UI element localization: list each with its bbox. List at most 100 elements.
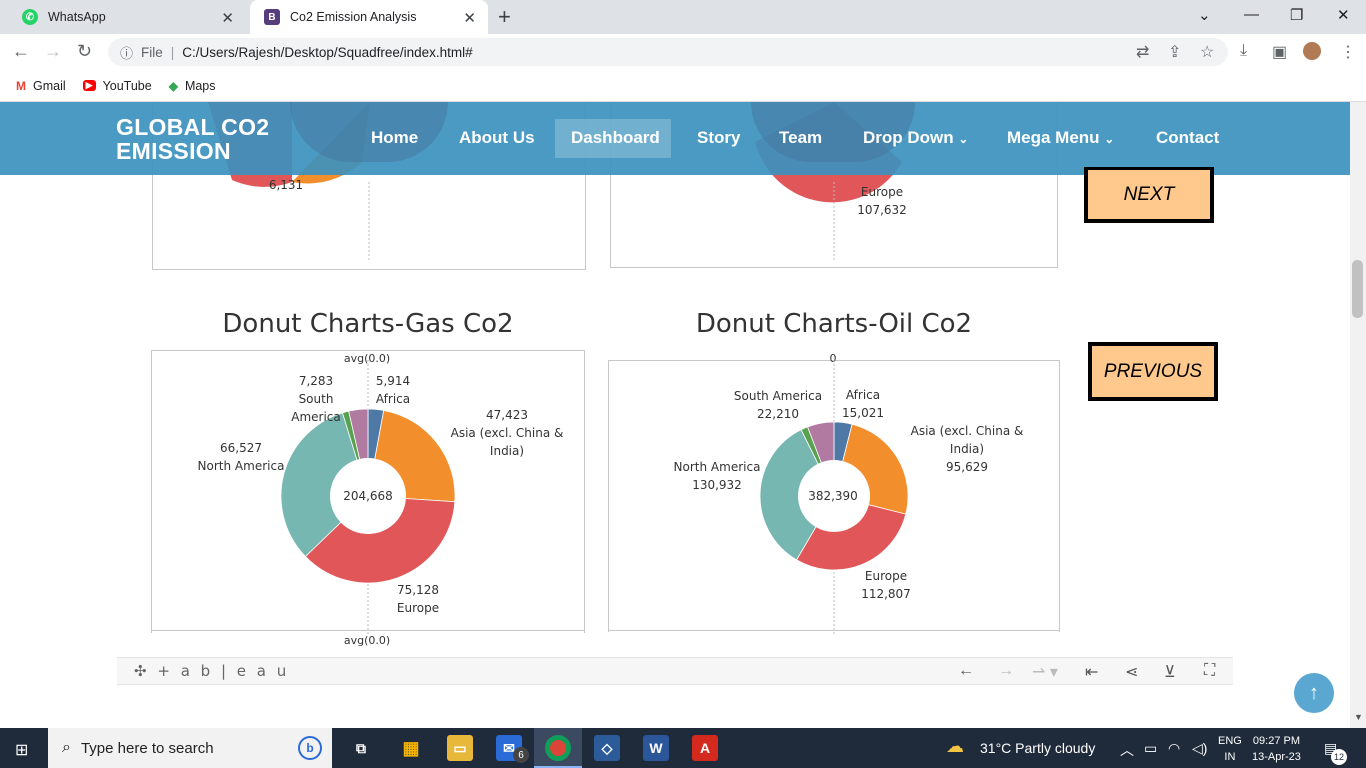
menu-icon[interactable]: ⋮ xyxy=(1340,42,1356,62)
nav-about-us[interactable]: About Us xyxy=(459,128,535,148)
taskbar-search[interactable]: ⌕ Type here to search b xyxy=(48,728,332,768)
notification-badge: 12 xyxy=(1331,749,1347,765)
scrollbar-thumb[interactable] xyxy=(1352,260,1363,318)
redo-icon[interactable]: → xyxy=(998,662,1014,680)
tableau-wordmark: + a b | e a u xyxy=(157,662,290,680)
oil-center-total: 382,390 xyxy=(808,489,858,503)
oil-label-europe: Europe 112,807 xyxy=(856,567,916,603)
tab-search-chevron-icon[interactable]: ⌄ xyxy=(1198,6,1211,24)
nav-mega-menu[interactable]: Mega Menu ⌄ xyxy=(1007,128,1114,148)
weather-icon[interactable]: ☁ xyxy=(946,736,964,757)
restore-icon[interactable]: ❐ xyxy=(1290,6,1303,24)
windows-start-icon[interactable]: ⊞ xyxy=(15,740,28,760)
chrome-icon[interactable] xyxy=(545,735,571,761)
bookmark-youtube[interactable]: ▶ YouTube xyxy=(82,78,152,93)
vscode-icon[interactable]: ◇ xyxy=(594,735,620,761)
gas-center-total: 204,668 xyxy=(343,489,393,503)
oil-na-value: 130,932 xyxy=(692,478,742,492)
bookmarks-bar: M Gmail ▶ YouTube ◆ Maps xyxy=(0,70,1366,102)
share-network-icon[interactable]: ⋖ xyxy=(1125,662,1138,682)
gas-na-value: 66,527 xyxy=(220,441,262,455)
battery-icon[interactable]: ▭ xyxy=(1144,740,1157,757)
address-bar[interactable]: ⓘ File | C:/Users/Rajesh/Desktop/Squadfr… xyxy=(108,38,1228,66)
brand-logo[interactable]: GLOBAL CO2 EMISSION xyxy=(116,115,269,163)
minimize-icon[interactable]: — xyxy=(1244,6,1259,23)
profile-avatar[interactable] xyxy=(1303,42,1321,60)
close-tab-icon[interactable]: ✕ xyxy=(463,9,476,27)
bookmark-gmail[interactable]: M Gmail xyxy=(16,79,66,93)
nav-home[interactable]: Home xyxy=(371,128,418,148)
gmail-icon: M xyxy=(16,78,26,93)
clock[interactable]: 09:27 PM 13-Apr-23 xyxy=(1252,733,1301,765)
nav-team[interactable]: Team xyxy=(779,128,822,148)
tab-whatsapp[interactable]: ✆ WhatsApp ✕ xyxy=(8,0,246,34)
gas-europe-name: Europe xyxy=(396,601,440,615)
previous-button[interactable]: PREVIOUS xyxy=(1088,342,1218,401)
bookmark-label: YouTube xyxy=(102,78,152,93)
bookmark-label: Gmail xyxy=(33,78,66,93)
gas-label-africa: 5,914 Africa xyxy=(370,372,416,408)
fullscreen-icon[interactable]: ⛶ xyxy=(1204,662,1215,680)
tableau-logo[interactable]: ✣ + a b | e a u xyxy=(134,662,289,680)
nav-contact[interactable]: Contact xyxy=(1156,128,1219,148)
oil-label-africa: Africa 15,021 xyxy=(836,386,890,422)
gas-label-north-america: 66,527 North America xyxy=(196,439,286,475)
top-left-europe-value: 6,131 xyxy=(268,178,304,192)
side-panel-icon[interactable]: ▣ xyxy=(1272,42,1287,62)
mail-badge: 6 xyxy=(513,747,529,763)
acrobat-icon[interactable]: A xyxy=(692,735,718,761)
gas-asia-name: Asia (excl. China & India) xyxy=(450,426,564,458)
search-icon: ⌕ xyxy=(62,739,71,756)
download-view-icon[interactable]: ⊻ xyxy=(1164,662,1176,682)
gas-asia-value: 47,423 xyxy=(486,408,528,422)
undo-icon[interactable]: ← xyxy=(958,662,974,680)
language-indicator[interactable]: ENG IN xyxy=(1218,733,1242,765)
search-placeholder: Type here to search xyxy=(80,739,214,757)
forward-icon[interactable]: → xyxy=(44,41,62,62)
oil-sa-name: South America xyxy=(733,389,823,403)
new-tab-icon[interactable]: + xyxy=(498,4,511,30)
close-window-icon[interactable]: ✕ xyxy=(1337,6,1350,24)
scroll-down-arrow-icon[interactable]: ▼ xyxy=(1354,712,1363,722)
back-icon[interactable]: ← xyxy=(12,41,30,62)
wifi-icon[interactable]: ◠ xyxy=(1168,740,1180,757)
reload-icon[interactable]: ↻ xyxy=(77,41,92,62)
revert-icon[interactable]: ⇀ ▾ xyxy=(1032,662,1058,682)
oil-europe-name: Europe xyxy=(864,569,908,583)
share-icon[interactable]: ⇪ xyxy=(1168,42,1181,62)
task-view-icon[interactable]: ⧉ xyxy=(348,735,374,761)
oil-europe-value: 112,807 xyxy=(861,587,911,601)
top-right-europe-value: 107,632 xyxy=(857,203,907,217)
back-to-top-button[interactable]: ↑ xyxy=(1294,673,1334,713)
brand-line2: EMISSION xyxy=(116,138,231,164)
first-page-icon[interactable]: ⇤ xyxy=(1085,662,1098,682)
gas-chart-title: Donut Charts-Gas Co2 xyxy=(222,309,514,339)
close-tab-icon[interactable]: ✕ xyxy=(221,9,234,27)
file-explorer-icon[interactable]: ▭ xyxy=(447,735,473,761)
translate-icon[interactable]: ⇄ xyxy=(1136,42,1149,62)
bing-icon[interactable]: b xyxy=(298,736,322,760)
next-button[interactable]: NEXT xyxy=(1084,167,1214,223)
nav-story[interactable]: Story xyxy=(697,128,740,148)
oil-na-name: North America xyxy=(673,460,761,474)
whatsapp-icon: ✆ xyxy=(22,9,38,25)
lang-line2: IN xyxy=(1224,751,1236,763)
gas-sa-value: 7,283 xyxy=(298,374,334,388)
bookmark-star-icon[interactable]: ☆ xyxy=(1200,42,1214,62)
weather-text[interactable]: 31°C Partly cloudy xyxy=(980,740,1095,756)
bootstrap-icon: B xyxy=(264,9,280,25)
tab-co2-emission[interactable]: B Co2 Emission Analysis ✕ xyxy=(250,0,488,34)
download-icon[interactable]: ⤓ xyxy=(1240,42,1247,60)
volume-icon[interactable]: ◁) xyxy=(1192,740,1207,757)
address-scheme-label: File xyxy=(141,44,163,60)
nav-drop-down[interactable]: Drop Down ⌄ xyxy=(863,128,968,148)
tab-title: Co2 Emission Analysis xyxy=(290,10,417,24)
tray-chevron-icon[interactable]: ︿ xyxy=(1120,740,1134,760)
nav-dashboard[interactable]: Dashboard xyxy=(571,128,660,148)
word-icon[interactable]: W xyxy=(643,735,669,761)
page-scrollbar[interactable] xyxy=(1350,102,1366,728)
bookmark-maps[interactable]: ◆ Maps xyxy=(169,79,216,93)
address-url: C:/Users/Rajesh/Desktop/Squadfree/index.… xyxy=(182,44,473,60)
info-icon[interactable]: ⓘ xyxy=(120,43,133,62)
microsoft-store-icon[interactable]: ▦ xyxy=(398,735,424,761)
